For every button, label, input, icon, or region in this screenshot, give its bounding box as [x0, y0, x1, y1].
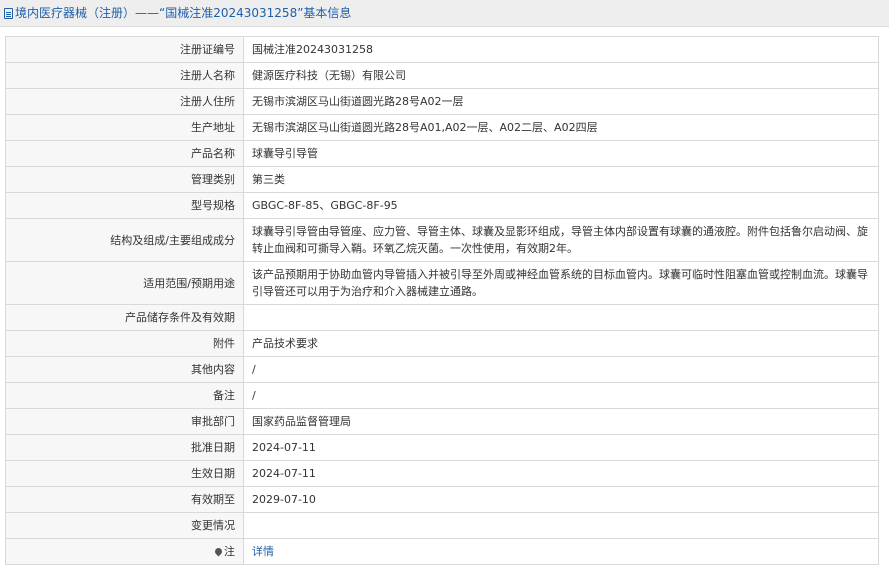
- row-label: 变更情况: [5, 512, 244, 539]
- row-label: 结构及组成/主要组成成分: [5, 218, 244, 262]
- row-value: 产品技术要求: [243, 330, 879, 357]
- page-title: 境内医疗器械（注册）——“国械注准20243031258”基本信息: [15, 6, 352, 20]
- registration-info-table: 注册证编号 国械注准20243031258 注册人名称 健源医疗科技（无锡）有限…: [5, 36, 879, 565]
- table-row: 产品名称 球囊导引导管: [5, 140, 879, 167]
- row-label: 产品储存条件及有效期: [5, 304, 244, 331]
- row-value: 球囊导引导管: [243, 140, 879, 167]
- table-row: 注册人名称 健源医疗科技（无锡）有限公司: [5, 62, 879, 89]
- page-header: 境内医疗器械（注册）——“国械注准20243031258”基本信息: [0, 0, 889, 27]
- table-row: 批准日期 2024-07-11: [5, 434, 879, 461]
- row-label: 批准日期: [5, 434, 244, 461]
- row-value: 该产品预期用于协助血管内导管插入并被引导至外周或神经血管系统的目标血管内。球囊可…: [243, 261, 879, 305]
- row-label: 审批部门: [5, 408, 244, 435]
- row-label: 管理类别: [5, 166, 244, 193]
- table-row: 有效期至 2029-07-10: [5, 486, 879, 513]
- document-icon: [4, 8, 13, 19]
- table-row: 注册证编号 国械注准20243031258: [5, 36, 879, 63]
- row-label: 其他内容: [5, 356, 244, 383]
- details-link[interactable]: 详情: [252, 545, 274, 558]
- table-row: 审批部门 国家药品监督管理局: [5, 408, 879, 435]
- table-row: 适用范围/预期用途 该产品预期用于协助血管内导管插入并被引导至外周或神经血管系统…: [5, 261, 879, 305]
- row-value: 2024-07-11: [243, 460, 879, 487]
- table-row: 注 详情: [5, 538, 879, 565]
- row-label: 型号规格: [5, 192, 244, 219]
- table-row: 生效日期 2024-07-11: [5, 460, 879, 487]
- row-value: 球囊导引导管由导管座、应力管、导管主体、球囊及显影环组成，导管主体内部设置有球囊…: [243, 218, 879, 262]
- table-row: 备注 /: [5, 382, 879, 409]
- row-value: 国械注准20243031258: [243, 36, 879, 63]
- row-value: /: [243, 356, 879, 383]
- table-row: 结构及组成/主要组成成分 球囊导引导管由导管座、应力管、导管主体、球囊及显影环组…: [5, 218, 879, 262]
- row-value: 国家药品监督管理局: [243, 408, 879, 435]
- row-value: 健源医疗科技（无锡）有限公司: [243, 62, 879, 89]
- row-value: 2024-07-11: [243, 434, 879, 461]
- row-label: 产品名称: [5, 140, 244, 167]
- table-row: 注册人住所 无锡市滨湖区马山街道圆光路28号A02一层: [5, 88, 879, 115]
- row-label: 生产地址: [5, 114, 244, 141]
- row-value: /: [243, 382, 879, 409]
- row-value: GBGC-8F-85、GBGC-8F-95: [243, 192, 879, 219]
- row-label: 注册证编号: [5, 36, 244, 63]
- pin-icon: [213, 546, 224, 557]
- table-row: 其他内容 /: [5, 356, 879, 383]
- row-value: 无锡市滨湖区马山街道圆光路28号A02一层: [243, 88, 879, 115]
- row-label: 注册人住所: [5, 88, 244, 115]
- row-value: [243, 512, 879, 539]
- row-value: 2029-07-10: [243, 486, 879, 513]
- row-label: 附件: [5, 330, 244, 357]
- row-label: 有效期至: [5, 486, 244, 513]
- note-row-label: 注: [5, 538, 244, 565]
- row-value: 第三类: [243, 166, 879, 193]
- note-row-value: 详情: [243, 538, 879, 565]
- table-row: 管理类别 第三类: [5, 166, 879, 193]
- table-row: 产品储存条件及有效期: [5, 304, 879, 331]
- table-row: 型号规格 GBGC-8F-85、GBGC-8F-95: [5, 192, 879, 219]
- row-value: 无锡市滨湖区马山街道圆光路28号A01,A02一层、A02二层、A02四层: [243, 114, 879, 141]
- table-row: 生产地址 无锡市滨湖区马山街道圆光路28号A01,A02一层、A02二层、A02…: [5, 114, 879, 141]
- row-label: 适用范围/预期用途: [5, 261, 244, 305]
- table-row: 变更情况: [5, 512, 879, 539]
- row-label: 生效日期: [5, 460, 244, 487]
- row-value: [243, 304, 879, 331]
- note-label: 注: [224, 545, 235, 558]
- table-row: 附件 产品技术要求: [5, 330, 879, 357]
- row-label: 注册人名称: [5, 62, 244, 89]
- row-label: 备注: [5, 382, 244, 409]
